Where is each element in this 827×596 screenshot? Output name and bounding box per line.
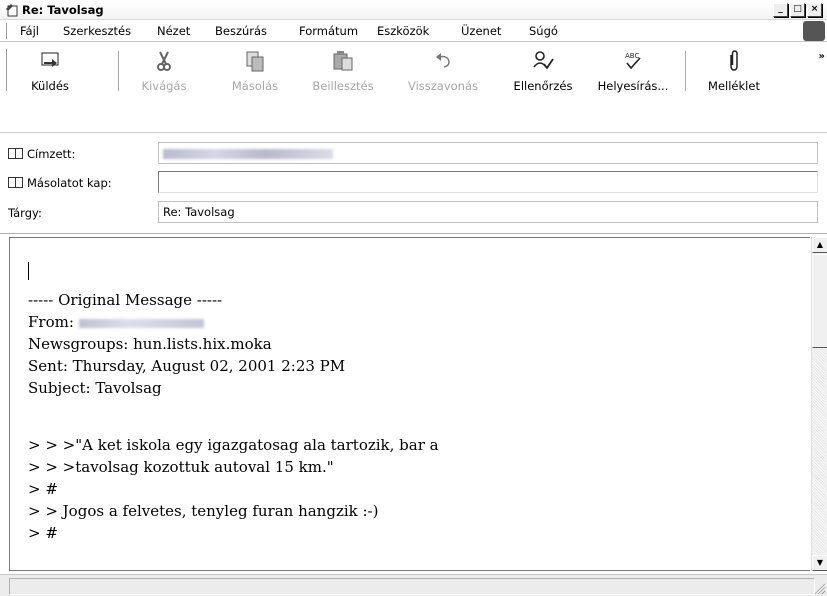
title-bar: Re: Tavolsag _ □ ×	[0, 0, 827, 20]
scissors-icon	[157, 51, 171, 71]
menu-edit[interactable]: Szerkesztés	[63, 24, 131, 38]
menu-file[interactable]: Fájl	[20, 24, 39, 38]
attach-label: Melléklet	[708, 79, 760, 93]
address-book-icon	[8, 148, 23, 159]
toolbar-separator	[685, 51, 687, 91]
menu-help[interactable]: Súgó	[529, 24, 558, 38]
resize-grip-icon[interactable]	[813, 582, 825, 594]
body-line: Sent: Thursday, August 02, 2001 2:23 PM	[28, 357, 346, 375]
body-line: > > >tavolsag kozottuk autoval 15 km."	[28, 458, 334, 476]
vertical-scrollbar[interactable]: ▲ ▼	[811, 237, 827, 571]
from-address-redacted	[78, 318, 204, 328]
paste-button[interactable]: Beillesztés	[300, 49, 386, 95]
paste-label: Beillesztés	[312, 79, 374, 93]
copy-button[interactable]: Másolás	[222, 49, 288, 95]
to-label: Címzett:	[27, 147, 76, 161]
paste-icon	[333, 51, 353, 71]
svg-text:ABC: ABC	[625, 52, 639, 60]
text-caret	[28, 262, 29, 280]
check-names-label: Ellenőrzés	[513, 79, 573, 93]
copy-label: Másolás	[231, 79, 279, 93]
cut-button[interactable]: Kivágás	[128, 49, 200, 95]
body-line: > #	[28, 480, 58, 498]
to-row: Címzett:	[0, 141, 827, 165]
send-label: Küldés	[31, 79, 69, 93]
body-line: From:	[28, 311, 204, 333]
copy-icon	[246, 51, 264, 72]
windows-logo-icon	[803, 21, 825, 41]
body-line: > #	[28, 524, 58, 542]
toolbar-grip[interactable]	[4, 49, 7, 91]
message-body[interactable]: ----- Original Message ----- From: Newsg…	[9, 237, 810, 571]
subject-field[interactable]: Re: Tavolsag	[158, 201, 818, 223]
address-book-icon	[8, 177, 23, 188]
check-names-button[interactable]: Ellenőrzés	[505, 49, 581, 95]
undo-icon	[436, 53, 450, 68]
paperclip-icon	[730, 50, 738, 71]
to-label-wrap[interactable]: Címzett:	[8, 147, 75, 161]
undo-label: Visszavonás	[407, 79, 479, 93]
send-button[interactable]: Küldés	[18, 49, 82, 95]
to-address-redacted	[163, 148, 333, 159]
status-panel	[9, 578, 815, 595]
cc-label-wrap[interactable]: Másolatot kap:	[8, 176, 112, 190]
scroll-thumb[interactable]	[812, 254, 827, 348]
compose-message-icon	[6, 4, 18, 17]
message-header-fields: Címzett: Másolatot kap: Tárgy: Re: Tavol…	[0, 134, 827, 234]
send-icon	[41, 52, 59, 67]
spelling-button[interactable]: ABC Helyesírás...	[590, 49, 676, 95]
cut-label: Kivágás	[141, 79, 187, 93]
check-names-icon	[533, 51, 554, 70]
menu-message[interactable]: Üzenet	[461, 24, 501, 38]
menu-format[interactable]: Formátum	[299, 24, 358, 38]
status-bar	[0, 574, 827, 596]
body-line: Newsgroups: hun.lists.hix.moka	[28, 335, 272, 353]
body-line: > > >"A ket iskola egy igazgatosag ala t…	[28, 436, 439, 454]
body-line: > > Jogos a felvetes, tenyleg furan hang…	[28, 502, 379, 520]
subject-row: Tárgy: Re: Tavolsag	[0, 200, 827, 224]
subject-label: Tárgy:	[8, 206, 42, 220]
cc-field[interactable]	[158, 171, 818, 193]
to-field[interactable]	[158, 142, 818, 164]
undo-button[interactable]: Visszavonás	[396, 49, 490, 95]
spelling-label: Helyesírás...	[597, 79, 669, 93]
spellcheck-icon: ABC	[625, 52, 641, 70]
menu-bar: Fájl Szerkesztés Nézet Beszúrás Formátum…	[0, 20, 827, 42]
toolbar-overflow-chevron[interactable]: »	[819, 51, 825, 62]
close-button[interactable]: ×	[807, 3, 822, 17]
toolbar: Küldés Kivágás Másolás Beillesztés Vissz…	[0, 43, 827, 133]
window-title: Re: Tavolsag	[22, 3, 104, 17]
minimize-button[interactable]: _	[773, 3, 788, 17]
toolbar-separator	[118, 51, 120, 91]
menu-tools[interactable]: Eszközök	[377, 24, 429, 38]
maximize-button[interactable]: □	[790, 3, 805, 17]
cc-label: Másolatot kap:	[27, 176, 112, 190]
scroll-up-arrow-icon[interactable]: ▲	[812, 237, 827, 253]
body-line: Subject: Tavolsag	[28, 379, 162, 397]
menu-view[interactable]: Nézet	[157, 24, 190, 38]
body-line: ----- Original Message -----	[28, 291, 223, 309]
attach-button[interactable]: Melléklet	[694, 49, 774, 95]
cc-row: Másolatot kap:	[0, 170, 827, 194]
menu-insert[interactable]: Beszúrás	[215, 24, 267, 38]
compose-window: Re: Tavolsag _ □ × Fájl Szerkesztés Néze…	[0, 0, 827, 596]
scroll-down-arrow-icon[interactable]: ▼	[812, 555, 827, 571]
menu-grip[interactable]	[4, 23, 7, 39]
from-label: From:	[28, 313, 74, 331]
